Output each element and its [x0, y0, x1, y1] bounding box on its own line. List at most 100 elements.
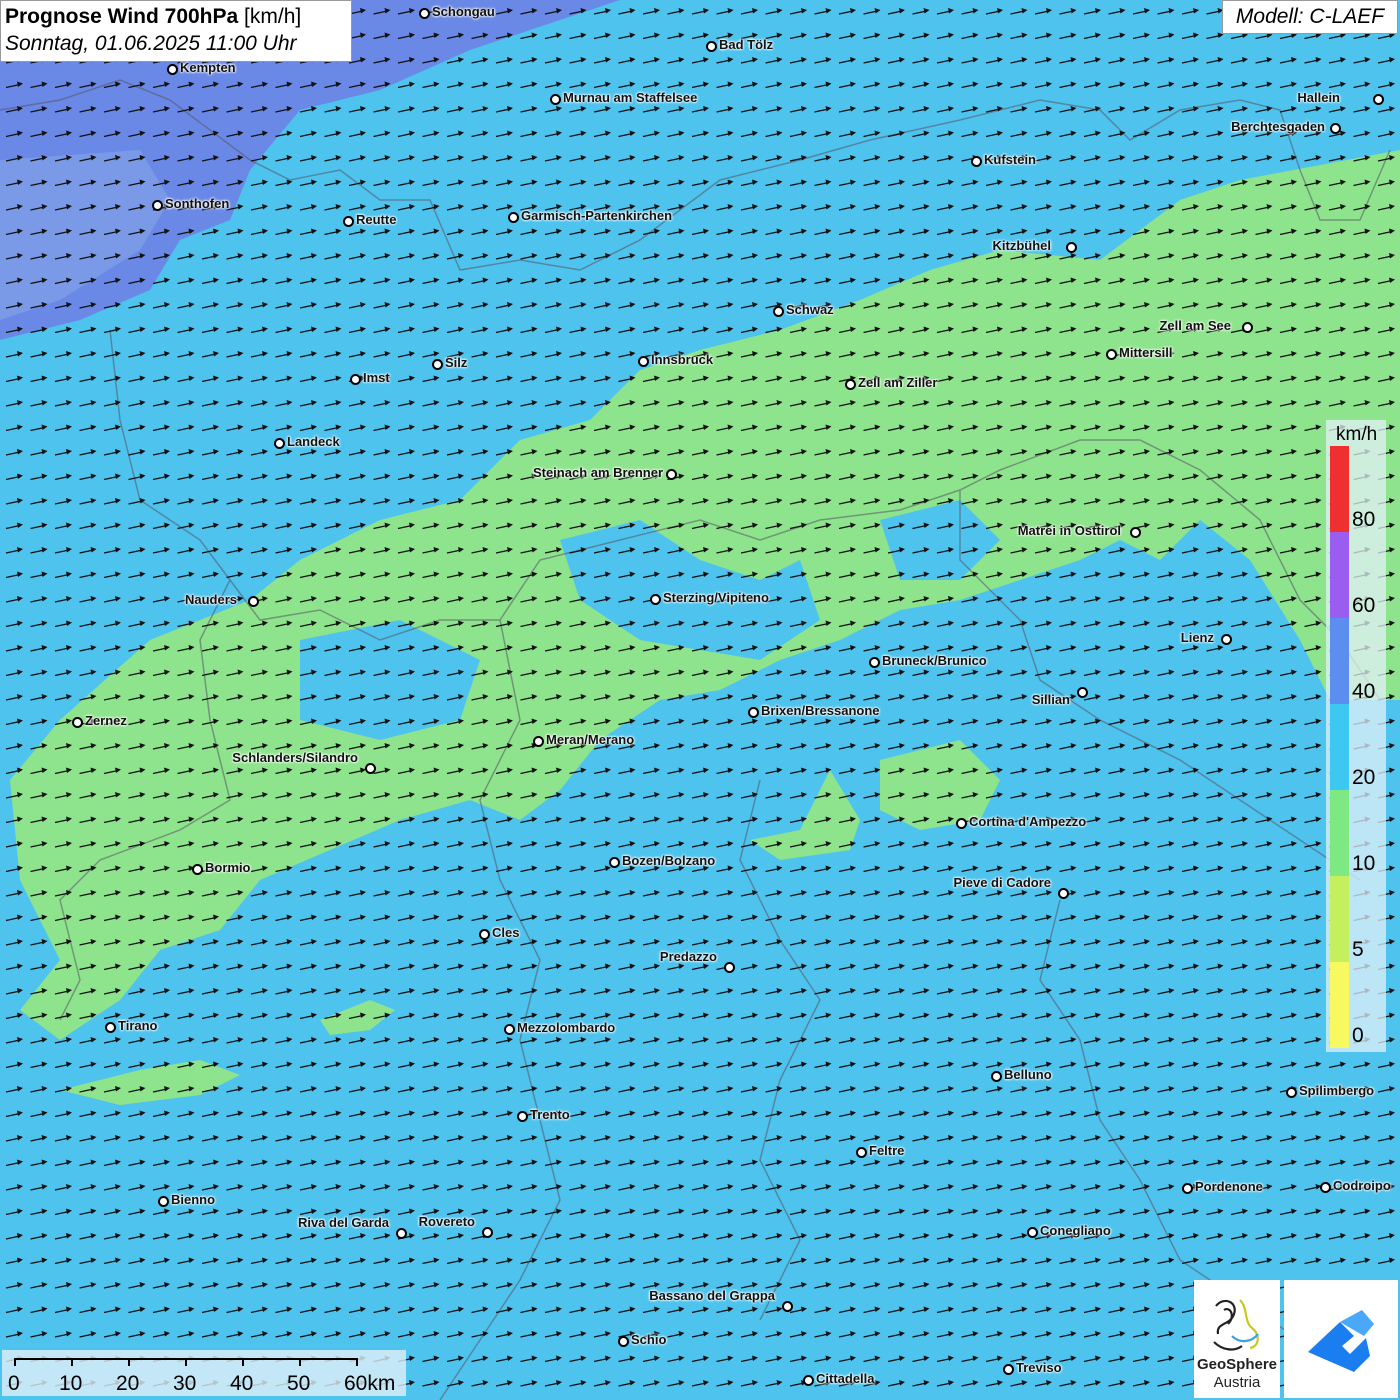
city-name: Innsbruck [651, 352, 714, 367]
city-name: Predazzo [659, 949, 717, 964]
legend-tick-label: 60 [1352, 594, 1376, 617]
city-dot-icon [71, 716, 83, 728]
city-name: Pieve di Cadore [953, 875, 1051, 890]
city-name: Feltre [869, 1143, 905, 1158]
city-dot-icon [431, 358, 443, 370]
scale-label: 40 [230, 1372, 254, 1395]
city-name: Landeck [287, 434, 340, 449]
scale-tick [128, 1358, 130, 1366]
city-name: Mittersill [1119, 345, 1173, 360]
city-name: Lienz [1180, 630, 1214, 645]
city-name: Zell am Ziller [858, 375, 938, 390]
city-dot-icon [990, 1070, 1002, 1082]
city-dot-icon [516, 1110, 528, 1122]
city-name: Cittadella [816, 1371, 875, 1386]
app-logo[interactable] [1284, 1280, 1398, 1398]
city-name: Cortina d'Ampezzo [969, 814, 1087, 829]
city-dot-icon [970, 155, 982, 167]
city-dot-icon [1241, 321, 1253, 333]
city-name: Schio [631, 1332, 667, 1347]
city-name: Bormio [205, 860, 251, 875]
city-name: Meran/Merano [546, 732, 635, 747]
city-name: Garmisch-Partenkirchen [521, 208, 673, 223]
legend-unit: km/h [1336, 424, 1378, 445]
scale-tick [242, 1358, 244, 1366]
city-dot-icon [1026, 1226, 1038, 1238]
city-name: Trento [530, 1107, 570, 1122]
city-name: Imst [363, 370, 390, 385]
city-name: Kufstein [984, 152, 1036, 167]
city-name: Kempten [180, 60, 236, 75]
city-dot-icon [955, 817, 967, 829]
city-dot-icon [507, 211, 519, 223]
scale-label: 0 [8, 1372, 20, 1395]
city-dot-icon [772, 305, 784, 317]
city-dot-icon [418, 7, 430, 19]
city-dot-icon [503, 1023, 515, 1035]
city-dot-icon [1220, 633, 1232, 645]
scale-label: 20 [116, 1372, 140, 1395]
city-dot-icon [665, 468, 677, 480]
city-name: Berchtesgaden [1231, 119, 1325, 134]
city-dot-icon [247, 595, 259, 607]
city-name: Schwaz [786, 302, 834, 317]
city-dot-icon [637, 355, 649, 367]
legend-tick-label: 5 [1352, 938, 1364, 961]
forecast-time: Sonntag, 01.06.2025 11:00 Uhr [5, 32, 297, 55]
city-name: Sterzing/Vipiteno [663, 590, 769, 605]
legend-tick-label: 20 [1352, 766, 1376, 789]
city-name: Mezzolombardo [517, 1020, 616, 1035]
legend-tick-label: 40 [1352, 680, 1376, 703]
scale-label: 60km [344, 1372, 396, 1395]
weather-app-icon [1308, 1310, 1374, 1372]
city-name: Bassano del Grappa [649, 1288, 775, 1303]
city-name: Nauders [184, 592, 237, 607]
scale-tick [71, 1358, 73, 1366]
city-dot-icon [532, 735, 544, 747]
city-dot-icon [723, 961, 735, 973]
city-dot-icon [481, 1226, 493, 1238]
city-dot-icon [1057, 887, 1069, 899]
scale-label: 50 [287, 1372, 311, 1395]
wind-forecast-map[interactable]: Prognose Wind 700hPa [km/h] Sonntag, 01.… [0, 0, 1400, 1400]
map-title: Prognose Wind 700hPa [km/h] [5, 5, 302, 28]
city-dot-icon [608, 856, 620, 868]
city-name: Matrei in Osttirol [1017, 523, 1121, 538]
city-dot-icon [802, 1374, 814, 1386]
city-dot-icon [1129, 526, 1141, 538]
city-name: Hallein [1297, 90, 1340, 105]
legend-color-step [1330, 446, 1349, 532]
legend-color-step [1330, 618, 1349, 704]
scale-tick [356, 1358, 358, 1366]
legend-tick-label: 80 [1352, 508, 1376, 531]
city-dot-icon [747, 706, 759, 718]
city-name: Belluno [1004, 1067, 1052, 1082]
legend-tick-label: 10 [1352, 852, 1376, 875]
city-dot-icon [349, 373, 361, 385]
city-name: Sonthofen [165, 196, 230, 211]
legend-color-step [1330, 704, 1349, 790]
city-name: Silz [445, 355, 468, 370]
city-dot-icon [855, 1146, 867, 1158]
city-dot-icon [364, 762, 376, 774]
geosphere-logo[interactable]: GeoSphere Austria [1194, 1280, 1280, 1398]
city-name: Sillian [1031, 692, 1070, 707]
city-name: Kitzbühel [992, 238, 1052, 253]
wind-zone-light-sw [60, 1060, 240, 1105]
geosphere-country: Austria [1213, 1374, 1261, 1391]
city-name: Tirano [118, 1018, 158, 1033]
city-dot-icon [1372, 93, 1384, 105]
city-name: Bozen/Bolzano [622, 853, 716, 868]
city-dot-icon [705, 40, 717, 52]
city-dot-icon [617, 1335, 629, 1347]
city-dot-icon [157, 1195, 169, 1207]
city-dot-icon [1076, 686, 1088, 698]
city-name: Treviso [1016, 1360, 1062, 1375]
city-name: Cles [492, 925, 520, 940]
scale-label: 10 [59, 1372, 83, 1395]
city-dot-icon [781, 1300, 793, 1312]
city-dot-icon [191, 863, 203, 875]
legend-color-step [1330, 532, 1349, 618]
city-dot-icon [844, 378, 856, 390]
city-dot-icon [342, 215, 354, 227]
